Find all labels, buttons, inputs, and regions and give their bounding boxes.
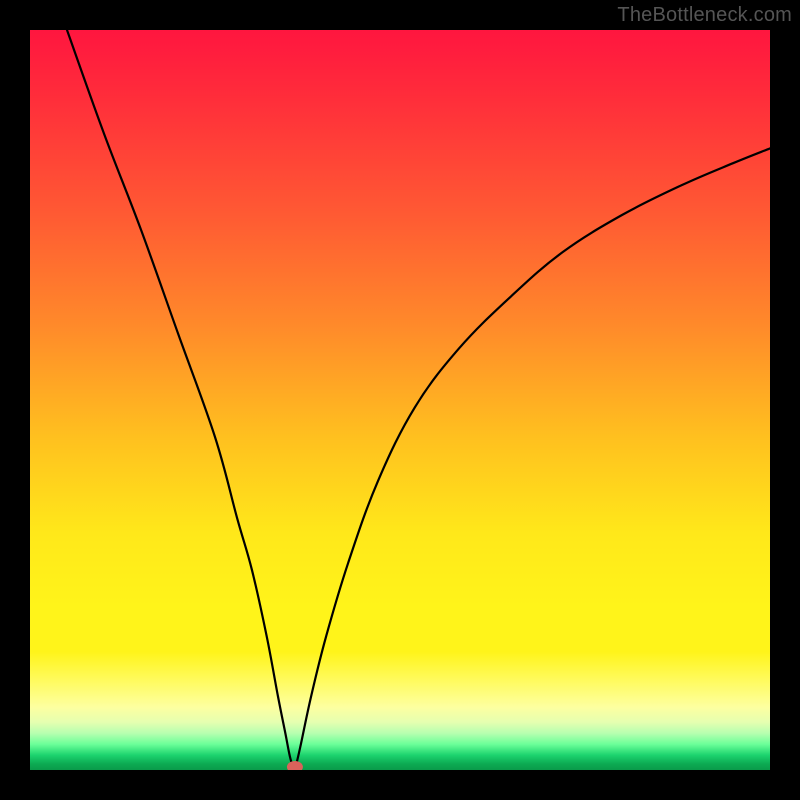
- curve-right-branch: [295, 148, 770, 770]
- watermark-text: TheBottleneck.com: [617, 4, 792, 27]
- minimum-marker-icon: [287, 761, 303, 770]
- chart-frame: TheBottleneck.com: [0, 0, 800, 800]
- curve-left-branch: [67, 30, 295, 770]
- curve-svg: [30, 30, 770, 770]
- plot-area: [30, 30, 770, 770]
